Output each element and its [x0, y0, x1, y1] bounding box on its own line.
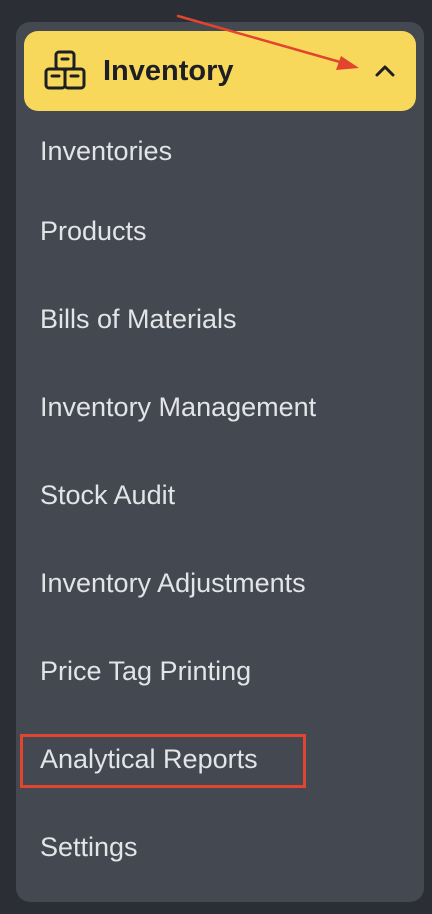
- inventory-menu-header[interactable]: Inventory: [24, 31, 416, 111]
- menu-item-inventories[interactable]: Inventories: [40, 134, 172, 168]
- boxes-icon: [44, 50, 86, 90]
- menu-item-inventory-management[interactable]: Inventory Management: [40, 390, 316, 424]
- chevron-up-icon[interactable]: [373, 59, 397, 83]
- menu-item-bills-of-materials[interactable]: Bills of Materials: [40, 302, 237, 336]
- inventory-menu-panel: Inventory Inventories Products Bills of …: [16, 22, 424, 902]
- menu-item-analytical-reports[interactable]: Analytical Reports: [40, 742, 258, 776]
- page: Inventory Inventories Products Bills of …: [0, 0, 432, 914]
- menu-item-products[interactable]: Products: [40, 214, 147, 248]
- menu-title: Inventory: [103, 55, 234, 87]
- menu-item-price-tag-printing[interactable]: Price Tag Printing: [40, 654, 251, 688]
- menu-item-inventory-adjustments[interactable]: Inventory Adjustments: [40, 566, 306, 600]
- menu-item-stock-audit[interactable]: Stock Audit: [40, 478, 175, 512]
- menu-item-settings[interactable]: Settings: [40, 830, 138, 864]
